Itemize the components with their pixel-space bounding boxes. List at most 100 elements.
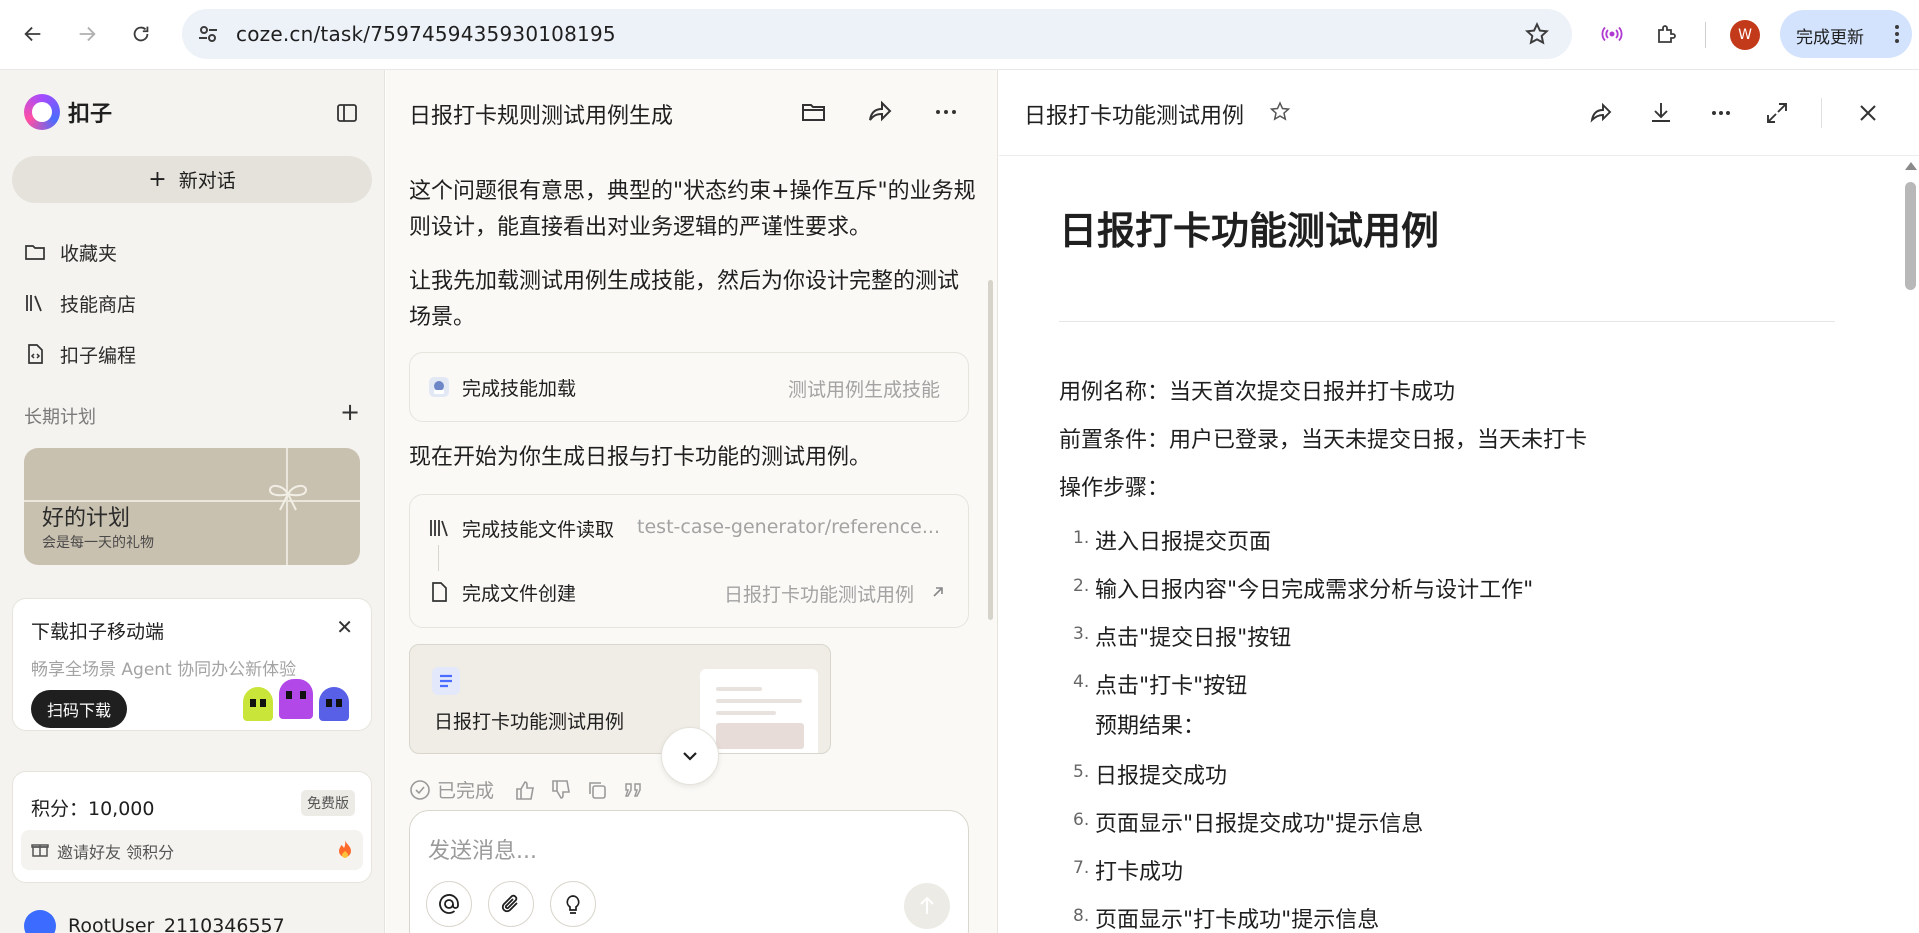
extensions-puzzle-icon[interactable] [1650,18,1682,50]
star-icon[interactable] [1269,101,1291,123]
tool-detail: test-case-generator/reference... [637,516,940,538]
at-icon [439,894,459,914]
more-horizontal-icon[interactable] [1708,100,1734,126]
skill-icon [429,377,449,397]
list-item: 1. 进入日报提交页面 [1073,524,1271,556]
address-bar[interactable]: coze.cn/task/7597459435930108195 [182,9,1572,59]
idea-button[interactable] [550,881,596,927]
library-icon [26,295,42,312]
close-icon[interactable]: ✕ [336,615,353,639]
update-label: 完成更新 [1796,28,1864,48]
quote-icon[interactable] [622,779,644,801]
tool-label: 完成技能文件读取 [462,518,615,541]
folder-open-icon[interactable] [800,98,828,126]
scroll-up-arrow-icon[interactable] [1905,162,1917,170]
chat-scrollbar[interactable] [988,280,993,620]
download-card-subtitle: 畅享全场景 Agent 协同办公新体验 [31,660,297,680]
sidebar-item-label: 收藏夹 [60,242,118,265]
share-icon[interactable] [1588,100,1614,126]
user-profile[interactable]: RootUser_2110346557 [24,910,285,933]
scan-download-button[interactable]: 扫码下载 [31,690,127,728]
plan-badge: 免费版 [301,790,355,816]
file-thumbnail [700,669,818,753]
mascot-blue-icon [319,687,349,721]
status-text: 已完成 [437,780,495,802]
lightbulb-icon [566,895,580,914]
fire-icon [339,840,351,858]
send-button[interactable] [904,883,950,929]
forward-button[interactable] [70,17,104,51]
list-text: 打卡成功 [1095,860,1184,885]
copy-icon[interactable] [586,779,608,801]
sidebar-item-skill-store[interactable]: 技能商店 [24,287,136,319]
arrow-left-icon [24,26,41,42]
message-composer[interactable]: 发送消息... [409,810,969,933]
broadcast-extension-icon[interactable] [1596,18,1628,50]
close-icon[interactable] [1855,100,1881,126]
long-term-plan-label: 长期计划 [24,407,96,428]
url-text: coze.cn/task/7597459435930108195 [236,22,616,46]
new-chat-button[interactable]: + 新对话 [12,156,372,203]
more-vertical-icon [1895,25,1899,43]
sidebar-toggle-icon[interactable] [336,102,358,124]
read-file-step[interactable]: 完成技能文件读取 [428,513,614,543]
more-horizontal-icon[interactable] [932,98,960,126]
document-scroll-thumb[interactable] [1905,182,1916,290]
step-connector [438,545,439,571]
list-text: 点击"打卡"按钮 [1095,674,1248,699]
update-button[interactable]: 完成更新 [1780,10,1912,58]
document-icon [432,667,460,695]
invite-label: 邀请好友 领积分 [57,843,175,862]
paperclip-icon [501,894,518,913]
sidebar-item-coze-coding[interactable]: 扣子编程 [24,338,136,370]
invite-friends-button[interactable]: 邀请好友 领积分 [21,830,363,870]
case-name: 用例名称：当天首次提交日报并打卡成功 [1059,380,1456,405]
list-number: 8. [1073,906,1090,926]
mention-button[interactable] [426,881,472,927]
external-arrow-icon[interactable] [930,584,946,600]
app-logo[interactable]: 扣子 [24,94,112,130]
expected-result-label: 预期结果： [1095,714,1206,739]
back-button[interactable] [16,17,50,51]
code-file-icon [28,344,43,364]
gift-icon [31,844,49,857]
reload-button[interactable] [124,17,158,51]
plan-card[interactable]: 好的计划 会是每一天的礼物 [24,448,360,565]
scroll-down-button[interactable] [661,727,719,785]
document-header-title: 日报打卡功能测试用例 [1024,104,1245,129]
skill-load-step[interactable]: 完成技能加载 测试用例生成技能 [409,352,969,422]
tool-detail: 测试用例生成技能 [787,379,940,401]
share-icon[interactable] [866,98,894,126]
bookmark-star-icon[interactable] [1524,21,1550,47]
add-plan-icon[interactable]: + [340,398,360,426]
create-file-step[interactable]: 完成文件创建 [428,577,576,607]
message-input-placeholder[interactable]: 发送消息... [428,833,537,865]
list-item: 2. 输入日报内容"今日完成需求分析与设计工作" [1073,572,1533,604]
user-name: RootUser_2110346557 [68,915,285,933]
list-item: 4. 点击"打卡"按钮 预期结果： [1073,668,1248,740]
thumbs-up-icon[interactable] [514,779,536,801]
document-header: 日报打卡功能测试用例 [999,70,1919,156]
heading-divider [1059,321,1835,322]
chevron-down-icon [683,752,697,761]
thumbs-down-icon[interactable] [550,779,572,801]
tool-label: 完成技能加载 [462,377,577,400]
plan-card-subtitle: 会是每一天的礼物 [42,535,154,551]
sidebar-item-favorites[interactable]: 收藏夹 [24,236,117,268]
mascot-purple-icon [279,679,313,719]
plus-icon: + [148,167,167,192]
document-panel: 日报打卡功能测试用例 日报打卡功能测试用例 用例名称：当天首次提交日报并打卡成功… [999,70,1919,933]
list-number: 2. [1073,576,1090,596]
send-arrow-icon [920,896,934,914]
list-item: 7. 打卡成功 [1073,854,1184,886]
expand-icon[interactable] [1764,100,1790,126]
message-actions: 已完成 [409,776,644,803]
attach-button[interactable] [488,881,534,927]
list-item: 8. 页面显示"打卡成功"提示信息 [1073,902,1379,933]
file-card[interactable]: 日报打卡功能测试用例 [409,644,831,754]
tool-detail: 日报打卡功能测试用例 [723,584,914,606]
list-number: 1. [1073,528,1090,548]
site-settings-icon[interactable] [196,22,220,46]
profile-avatar[interactable]: W [1730,20,1760,50]
download-icon[interactable] [1648,100,1674,126]
